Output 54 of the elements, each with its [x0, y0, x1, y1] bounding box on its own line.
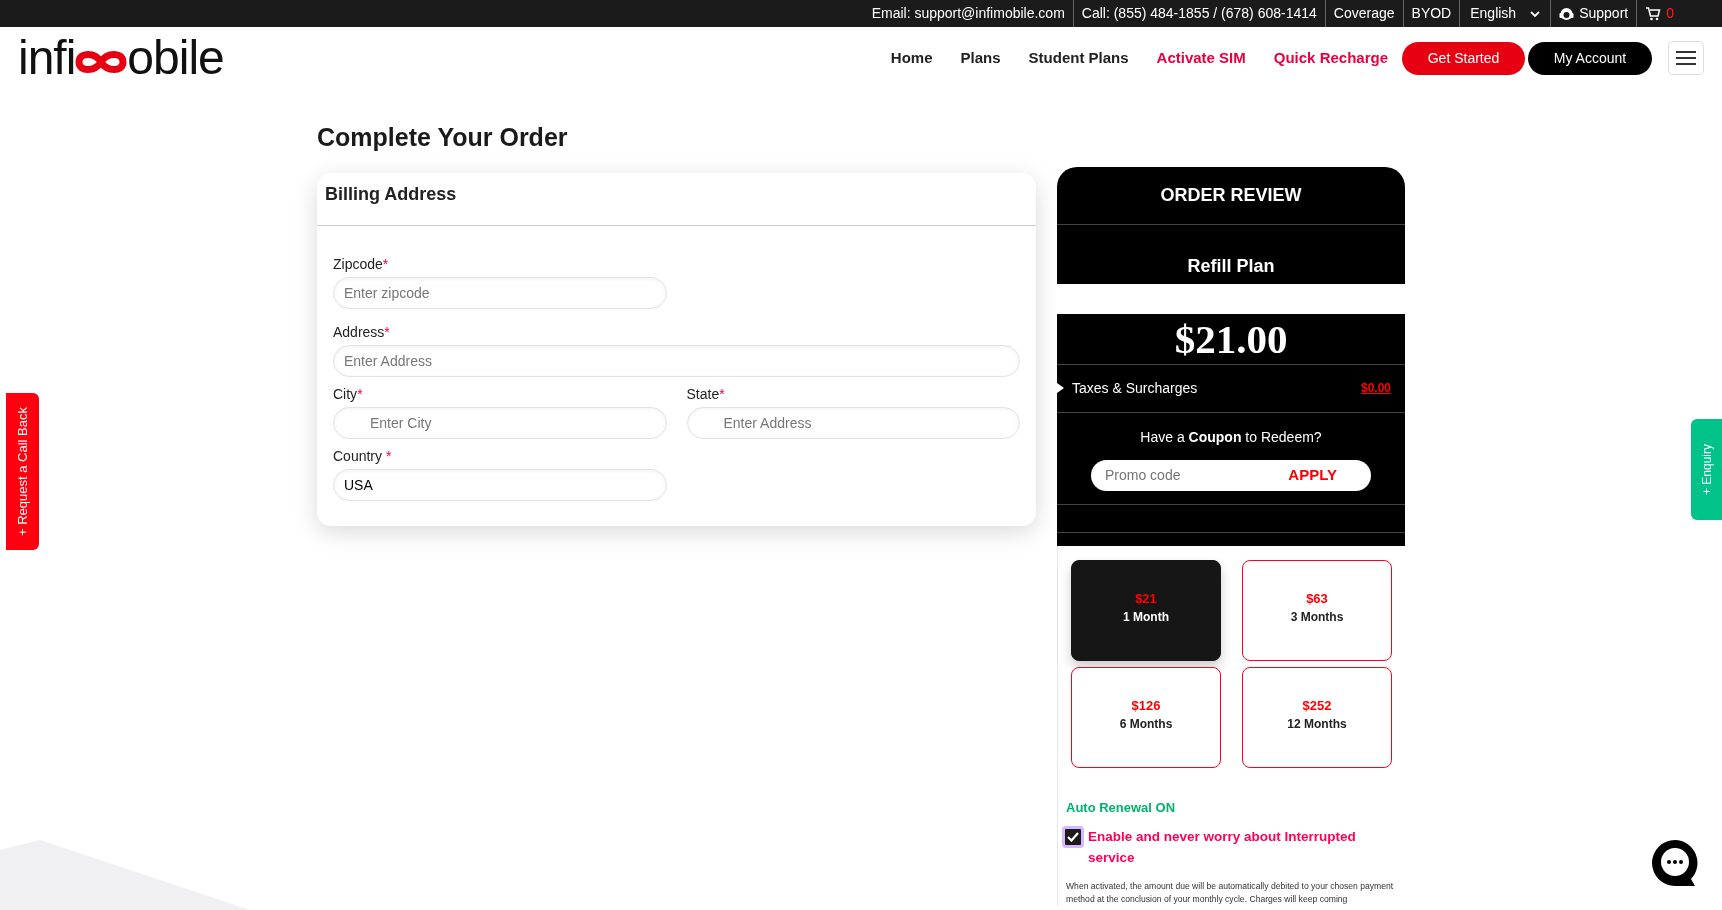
- support-link[interactable]: Support: [1579, 3, 1629, 24]
- logo-text: obile: [127, 34, 224, 82]
- infinity-icon: [75, 48, 128, 76]
- menu-icon: [1676, 51, 1696, 65]
- card-title: Billing Address: [317, 172, 1036, 226]
- input-field[interactable]: USA: [333, 468, 667, 501]
- nav-link[interactable]: Quick Recharge: [1273, 46, 1388, 70]
- taxes-label: Taxes & Surcharges: [1072, 378, 1198, 398]
- input-field[interactable]: Enter Address: [333, 344, 1020, 377]
- field-label: City*: [333, 384, 364, 404]
- field-label: State*: [686, 384, 726, 404]
- chevron-icon: [1530, 9, 1541, 18]
- plan-option[interactable]: $252 12 Months: [1242, 666, 1392, 768]
- get-started-button[interactable]: Get Started: [1402, 41, 1525, 75]
- nav-link[interactable]: Home: [890, 46, 933, 70]
- apply-button[interactable]: APPLY: [1282, 462, 1343, 488]
- nav-link[interactable]: Plans: [960, 46, 1001, 70]
- contact-text: Call: (855) 484-1855 / (678) 608-1414: [1081, 4, 1317, 23]
- check-icon: [1067, 832, 1079, 842]
- panel-title: ORDER REVIEW: [1160, 183, 1302, 207]
- nav-link[interactable]: Student Plans: [1028, 46, 1129, 70]
- menu-button[interactable]: [1668, 41, 1704, 75]
- renewal-text: Enable and never worry about Interrupted service: [1066, 826, 1397, 868]
- plan-price: $21.00: [1174, 315, 1288, 362]
- contact-text: Email: support@infimobile.com: [871, 4, 1065, 23]
- checkbox[interactable]: [1062, 826, 1084, 848]
- field-label: Zipcode*: [333, 254, 390, 274]
- page-title: Complete Your Order: [317, 122, 569, 153]
- coupon-text: Have a Coupon to Redeem?: [1139, 427, 1323, 447]
- top-link[interactable]: BYOD: [1411, 3, 1452, 24]
- headset-icon: [1559, 6, 1575, 21]
- nav-link[interactable]: Activate SIM: [1156, 46, 1246, 70]
- plan-option[interactable]: $63 3 Months: [1242, 559, 1392, 661]
- call-back-tab[interactable]: + Request a Call Back: [6, 393, 39, 550]
- renewal-note: When activated, the amount due will be automatically debited to your chosen payment method at the conclusion of your monthly cycle. Charges will keep coming: [1066, 880, 1395, 906]
- field-label: Country *: [333, 446, 393, 466]
- cart-count: 0: [1666, 4, 1674, 23]
- top-link[interactable]: Coverage: [1333, 3, 1395, 24]
- input-field[interactable]: Enter City: [333, 406, 667, 439]
- language-dropdown[interactable]: English: [1470, 3, 1541, 24]
- plan-option[interactable]: $126 6 Months: [1071, 666, 1221, 768]
- logo-text: infi: [18, 34, 76, 82]
- renewal-status: Auto Renewal ON: [1066, 798, 1177, 817]
- account-button[interactable]: My Account: [1528, 41, 1652, 75]
- chat-icon[interactable]: [1650, 838, 1700, 888]
- promo-field[interactable]: Promo code APPLY: [1091, 459, 1371, 491]
- input-field[interactable]: Enter Address: [686, 406, 1020, 439]
- field-label: Address*: [333, 322, 391, 342]
- plan-option[interactable]: $21 1 Month: [1071, 559, 1221, 661]
- taxes-amount[interactable]: $0.00: [1360, 379, 1391, 397]
- plan-name: Refill Plan: [1186, 254, 1276, 278]
- caret-icon[interactable]: [1057, 383, 1064, 393]
- input-field[interactable]: Enter zipcode: [333, 276, 667, 309]
- cart-icon[interactable]: [1645, 6, 1662, 21]
